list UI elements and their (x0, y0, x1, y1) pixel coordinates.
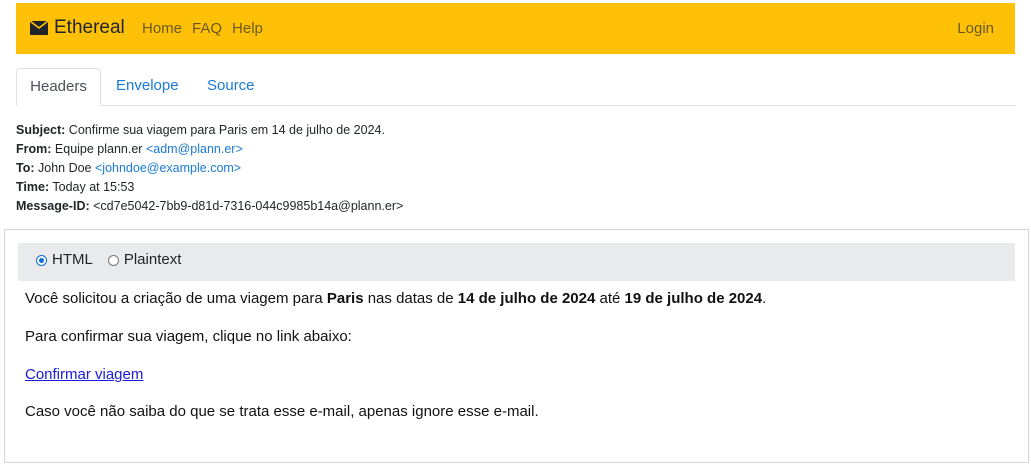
from-name: Equipe plann.er (54, 142, 143, 156)
nav-help-link[interactable]: Help (232, 20, 263, 37)
envelope-icon (30, 21, 48, 35)
body-end-date: 19 de julho de 2024 (624, 290, 763, 307)
body-p1-text-b: nas datas de (363, 290, 458, 307)
body-paragraph-2: Para confirmar sua viagem, clique no lin… (25, 328, 352, 345)
tab-source[interactable]: Source (207, 68, 255, 106)
body-p1-text-d: . (762, 290, 767, 307)
brand[interactable]: Ethereal (30, 18, 125, 38)
view-toggle: HTML Plaintext (36, 251, 196, 269)
body-paragraph-3: Caso você não saiba do que se trata esse… (25, 403, 539, 420)
to-email-link[interactable]: <johndoe@example.com> (95, 161, 241, 175)
message-id-value: <cd7e5042-7bb9-d81d-7316-044c9985b14a@pl… (93, 199, 404, 213)
body-p1-text-c: até (595, 290, 625, 307)
html-radio-label[interactable]: HTML (52, 251, 93, 269)
time-value: Today at 15:53 (52, 180, 135, 194)
message-id-label: Message-ID: (16, 199, 90, 213)
html-radio[interactable] (36, 254, 47, 266)
body-p1-text-a: Você solicitou a criação de uma viagem p… (25, 290, 327, 307)
from-label: From: (16, 142, 52, 156)
body-paragraph-1: Você solicitou a criação de uma viagem p… (25, 290, 766, 308)
message-headers: Subject: Confirme sua viagem para Paris … (16, 121, 403, 216)
plaintext-radio-label[interactable]: Plaintext (124, 251, 182, 269)
time-label: Time: (16, 180, 50, 194)
tab-headers[interactable]: Headers (16, 68, 101, 106)
tab-envelope[interactable]: Envelope (116, 68, 179, 106)
subject-value: Confirme sua viagem para Paris em 14 de … (68, 123, 385, 137)
subject-row: Subject: Confirme sua viagem para Paris … (16, 121, 403, 140)
from-email-link[interactable]: <adm@plann.er> (146, 142, 243, 156)
brand-name: Ethereal (54, 17, 125, 38)
login-link[interactable]: Login (957, 20, 994, 37)
message-body-card: HTML Plaintext Você solicitou a criação … (4, 229, 1029, 463)
to-row: To: John Doe <johndoe@example.com> (16, 159, 403, 178)
to-name: John Doe (38, 161, 92, 175)
view-toggle-bar: HTML Plaintext (18, 243, 1015, 281)
body-start-date: 14 de julho de 2024 (457, 290, 596, 307)
nav-home-link[interactable]: Home (142, 20, 182, 37)
confirm-trip-link[interactable]: Confirmar viagem (25, 366, 143, 383)
message-id-row: Message-ID: <cd7e5042-7bb9-d81d-7316-044… (16, 197, 403, 216)
message-tabs: Headers Envelope Source (16, 68, 1015, 106)
top-navbar: Ethereal Home FAQ Help Login (16, 3, 1015, 54)
subject-label: Subject: (16, 123, 66, 137)
time-row: Time: Today at 15:53 (16, 178, 403, 197)
nav-faq-link[interactable]: FAQ (192, 20, 222, 37)
body-link-paragraph: Confirmar viagem (25, 366, 143, 384)
body-city: Paris (326, 290, 364, 307)
to-label: To: (16, 161, 35, 175)
from-row: From: Equipe plann.er <adm@plann.er> (16, 140, 403, 159)
plaintext-radio[interactable] (107, 254, 119, 266)
nav-links: Home FAQ Help (142, 20, 273, 37)
